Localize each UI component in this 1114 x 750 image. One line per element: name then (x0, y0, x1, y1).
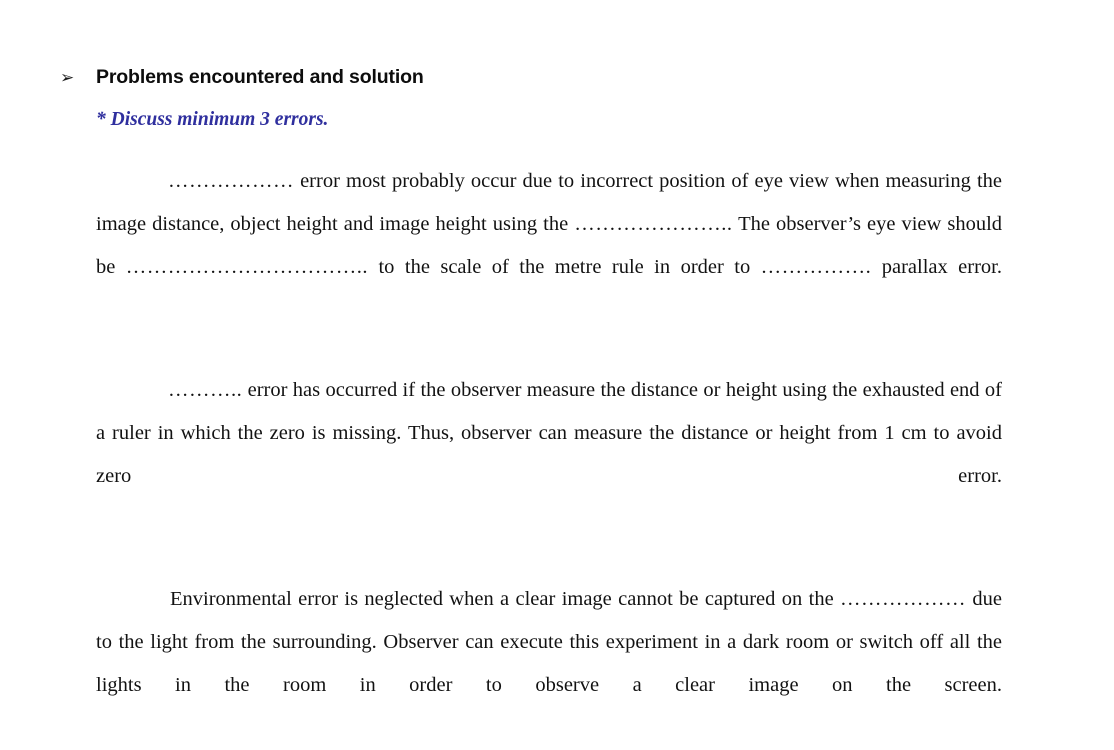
blank-dots-4: ……………. (760, 255, 872, 278)
paragraph-text-3a: Environmental error is neglected when a … (170, 588, 841, 611)
arrow-bullet-icon: ➢ (60, 68, 75, 88)
body-content: ……………… error most probably occur due to … (96, 160, 1002, 750)
paragraph-zero-error: ……….. error has occurred if the observer… (96, 369, 1002, 540)
section-heading: ➢ Problems encountered and solution (60, 65, 1000, 90)
paragraph-parallax-error: ……………… error most probably occur due to … (96, 160, 1002, 331)
blank-dots-1: ……………… (168, 170, 294, 192)
blank-dots-2: ………………….. (574, 212, 733, 235)
paragraph-text-1d: parallax error. (871, 255, 1002, 278)
paragraph-text-1c: to the scale of the metre rule in order … (368, 255, 761, 278)
section-heading-text: Problems encountered and solution (96, 66, 424, 88)
blank-dots-5: ……….. (168, 379, 243, 402)
blank-dots-3: …………………………….. (125, 255, 369, 278)
instruction-note: * Discuss minimum 3 errors. (96, 109, 329, 130)
paragraph-environmental-error: Environmental error is neglected when a … (96, 578, 1002, 749)
document-page: ➢ Problems encountered and solution * Di… (0, 0, 1114, 729)
blank-dots-6: ……………… (840, 588, 967, 611)
